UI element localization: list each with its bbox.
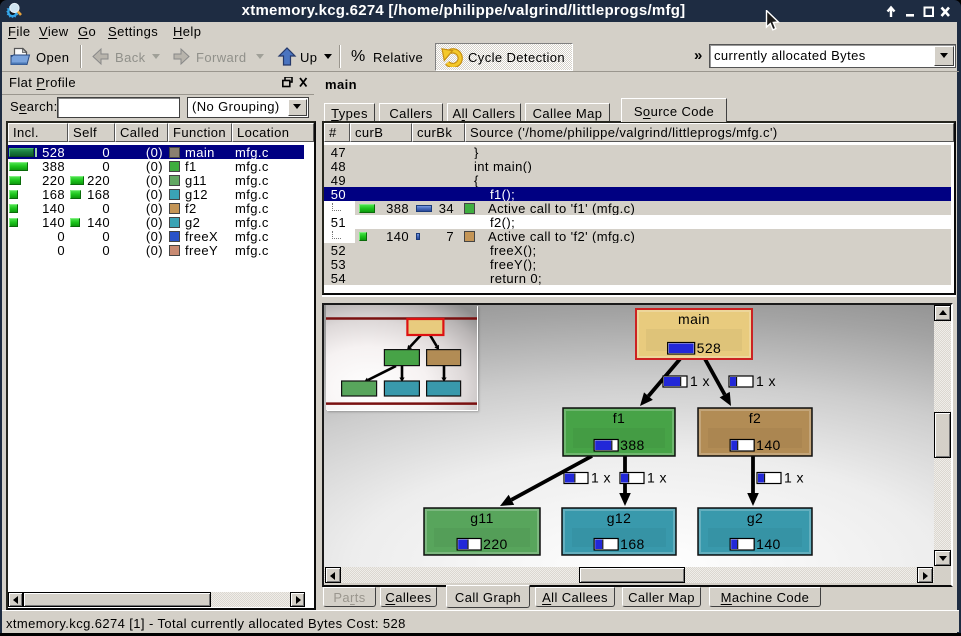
svg-text:1 x: 1 x <box>784 470 804 486</box>
svg-text:1 x: 1 x <box>647 470 667 486</box>
svg-text:g2: g2 <box>747 510 763 526</box>
svg-text:g11: g11 <box>470 510 494 526</box>
svg-text:168: 168 <box>620 536 645 552</box>
svg-text:g12: g12 <box>607 510 632 526</box>
svg-text:1 x: 1 x <box>756 373 776 389</box>
svg-text:140: 140 <box>756 437 781 453</box>
svg-text:388: 388 <box>620 437 645 453</box>
svg-text:main: main <box>678 311 710 327</box>
svg-text:f1: f1 <box>613 410 625 426</box>
svg-text:1 x: 1 x <box>591 470 611 486</box>
svg-text:220: 220 <box>483 536 508 552</box>
svg-text:140: 140 <box>756 536 781 552</box>
svg-text:1 x: 1 x <box>690 373 710 389</box>
svg-text:f2: f2 <box>749 410 761 426</box>
svg-text:528: 528 <box>697 340 722 356</box>
